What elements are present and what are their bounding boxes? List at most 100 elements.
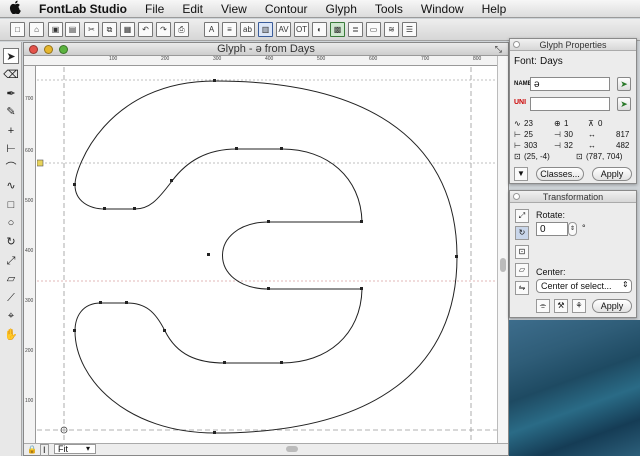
rotate-stepper[interactable]: ⇕ — [568, 222, 577, 236]
knife-tool-icon[interactable]: ⟋ — [3, 290, 19, 306]
cut-icon[interactable]: ✂ — [84, 22, 99, 37]
mirror-transform-icon[interactable]: ⇋ — [515, 281, 529, 295]
menu-tools[interactable]: Tools — [366, 0, 412, 18]
panel-icon[interactable]: ▭ — [366, 22, 381, 37]
contours-icon: ⊕ — [554, 119, 561, 128]
slant-transform-icon[interactable]: ▱ — [515, 263, 529, 277]
eraser-tool-icon[interactable]: ⌫ — [3, 67, 19, 83]
menu-contour[interactable]: Contour — [256, 0, 317, 18]
duplicate-icon[interactable]: ⌯ — [536, 299, 550, 313]
node-point — [213, 79, 216, 82]
text-mode-icon[interactable]: I — [40, 444, 49, 456]
horizontal-scroll-thumb[interactable] — [286, 446, 298, 452]
apple-icon[interactable] — [0, 0, 30, 17]
copy-icon[interactable]: ⧉ — [102, 22, 117, 37]
zoom-button[interactable] — [59, 45, 68, 54]
unicode-input[interactable] — [530, 97, 610, 111]
x-value: 0 — [598, 119, 603, 128]
corner-tool-icon[interactable]: ⊢ — [3, 141, 19, 157]
stripes-icon[interactable]: ☰ — [402, 22, 417, 37]
close-button[interactable] — [29, 45, 38, 54]
rotate-input[interactable]: 0 — [536, 222, 568, 236]
rsb2-icon: ⊣ — [554, 141, 561, 150]
smooth-tool-icon[interactable]: ∿ — [3, 178, 19, 194]
scale-tool-icon[interactable]: ⤢ — [3, 253, 19, 269]
ot-features-icon[interactable]: OT — [294, 22, 309, 37]
classes-icon[interactable]: ≣ — [348, 22, 363, 37]
open-file-icon[interactable]: ⌂ — [29, 22, 44, 37]
print-icon[interactable]: ⎙ — [174, 22, 189, 37]
rectangle-tool-icon[interactable]: □ — [3, 197, 19, 213]
move-transform-icon[interactable]: ⤢ — [515, 209, 529, 223]
node-point — [125, 301, 128, 304]
panel-close-button[interactable] — [513, 41, 520, 48]
font-window-icon[interactable]: A — [204, 22, 219, 37]
scale-transform-icon[interactable]: ⊡ — [515, 245, 529, 259]
node-point — [280, 361, 283, 364]
scroll-thumb[interactable] — [500, 258, 506, 272]
app-menu[interactable]: FontLab Studio — [30, 0, 136, 18]
redo-icon[interactable]: ↷ — [156, 22, 171, 37]
paste-icon[interactable]: ▦ — [120, 22, 135, 37]
glyph-window-icon[interactable]: ab — [240, 22, 255, 37]
glyph-canvas[interactable] — [37, 67, 498, 443]
options-dropdown-icon[interactable]: ▼ — [514, 167, 528, 181]
magic-icon[interactable]: ⚘ — [572, 299, 586, 313]
fontaudit-icon[interactable]: ▩ — [330, 22, 345, 37]
arrow-tool-icon[interactable]: ➤ — [3, 48, 19, 64]
node-point — [99, 301, 102, 304]
ellipse-tool-icon[interactable]: ○ — [3, 215, 19, 231]
ruler-tick-label: 700 — [421, 56, 430, 62]
apply-transform-button[interactable]: Apply — [592, 299, 632, 313]
menu-window[interactable]: Window — [412, 0, 473, 18]
metrics-window-icon[interactable]: ≡ — [222, 22, 237, 37]
menu-help[interactable]: Help — [473, 0, 516, 18]
hand-tool-icon[interactable]: ✋ — [3, 327, 19, 343]
ruler-tick-label: 500 — [25, 198, 34, 204]
vertical-scrollbar[interactable] — [497, 56, 508, 444]
width2-icon: ↔ — [588, 141, 596, 150]
measure-tool-icon[interactable]: ⌖ — [3, 308, 19, 324]
glyph-window: Glyph - ə from Days ⤡ 100 200 300 400 50… — [23, 42, 509, 456]
save-all-icon[interactable]: ▤ — [65, 22, 80, 37]
minimize-button[interactable] — [44, 45, 53, 54]
apply-name-icon[interactable]: ➤ — [617, 77, 631, 91]
menu-glyph[interactable]: Glyph — [317, 0, 366, 18]
curve-tool-icon[interactable]: ⌒ — [3, 160, 19, 176]
resize-icon[interactable]: ⤡ — [495, 43, 502, 56]
lock-icon[interactable]: 🔒 — [27, 445, 37, 454]
bbox-max-icon: ⊡ — [576, 152, 583, 161]
pencil-tool-icon[interactable]: ✎ — [3, 104, 19, 120]
classes-button[interactable]: Classes... — [536, 167, 584, 181]
rotate-transform-icon[interactable]: ↻ — [515, 226, 529, 240]
kerning-icon[interactable]: AV — [276, 22, 291, 37]
panel-close-button[interactable] — [513, 193, 520, 200]
pen-tool-icon[interactable]: ✒ — [3, 86, 19, 102]
slant-tool-icon[interactable]: ▱ — [3, 271, 19, 287]
node-point — [133, 207, 136, 210]
rotate-tool-icon[interactable]: ↻ — [3, 234, 19, 250]
apply-properties-button[interactable]: Apply — [592, 167, 632, 181]
bbox-min-icon: ⊡ — [514, 152, 521, 161]
node-point — [170, 179, 173, 182]
menu-edit[interactable]: Edit — [173, 0, 212, 18]
tables-icon[interactable]: ≋ — [384, 22, 399, 37]
new-file-icon[interactable]: □ — [10, 22, 25, 37]
ruler-tick-label: 600 — [25, 148, 34, 154]
undo-icon[interactable]: ↶ — [138, 22, 153, 37]
save-icon[interactable]: ▣ — [48, 22, 63, 37]
wrench-icon[interactable]: ⚒ — [554, 299, 568, 313]
ruler-tick-label: 400 — [265, 56, 274, 62]
preview-icon[interactable]: ◐ — [312, 22, 327, 37]
outline-window-icon[interactable]: ▥ — [258, 22, 273, 37]
node-point — [163, 329, 166, 332]
glyph-name-input[interactable]: ə — [530, 77, 610, 91]
font-name: Days — [540, 56, 563, 67]
menu-view[interactable]: View — [212, 0, 256, 18]
add-point-tool-icon[interactable]: + — [3, 123, 19, 139]
panel-title: Transformation — [542, 192, 604, 202]
bbox-min-value: (25, -4) — [524, 152, 550, 161]
menu-file[interactable]: File — [136, 0, 173, 18]
apply-unicode-icon[interactable]: ➤ — [617, 97, 631, 111]
center-select[interactable]: Center of select... — [536, 279, 632, 293]
